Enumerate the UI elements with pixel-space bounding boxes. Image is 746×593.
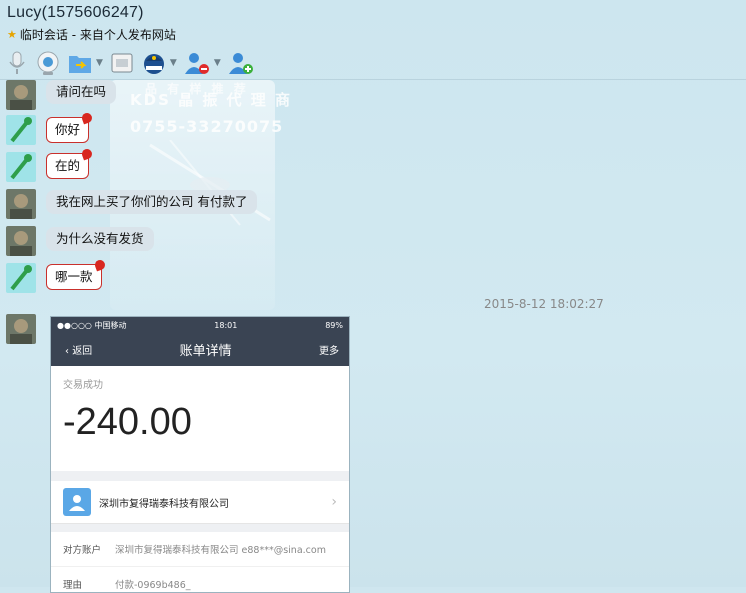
lucy-avatar-icon [6, 314, 36, 344]
receipt-body: 交易成功 -240.00 深圳市复得瑞泰科技有限公司 › 对方账户 深圳市复得瑞… [51, 366, 349, 592]
receipt-row-reason: 理由 付款-0969b486_ [51, 567, 349, 592]
add-contact-button[interactable] [227, 48, 255, 78]
row-key: 理由 [63, 580, 83, 591]
avatar-lucy[interactable] [6, 80, 36, 110]
merchant-row: 深圳市复得瑞泰科技有限公司 › [51, 481, 349, 524]
receipt-row-account: 对方账户 深圳市复得瑞泰科技有限公司 e88***@sina.com [51, 532, 349, 567]
screen-share-icon [111, 53, 133, 72]
subtitle-text: 临时会话 - 来自个人发布网站 [19, 28, 176, 42]
my-avatar-icon [6, 152, 36, 182]
message-bubble: 哪一款 [46, 264, 102, 290]
carrier-text: ●●○○○ 中国移动 [57, 320, 127, 330]
police-icon [143, 53, 164, 74]
more-link: 更多 [318, 346, 339, 357]
phone-time: 18:01 [214, 320, 238, 330]
my-avatar-icon [6, 263, 36, 293]
remote-assist-button[interactable]: ▼ [141, 48, 177, 78]
avatar-me[interactable] [6, 115, 36, 145]
watermark-crystal-graphic [149, 140, 271, 226]
remove-contact-button[interactable]: ▼ [183, 48, 221, 78]
toolbar: ▼ ▼ ▼ [0, 46, 746, 80]
message-bubble: 为什么没有发货 [46, 227, 154, 251]
transaction-amount: -240.00 [63, 401, 192, 443]
separator [51, 471, 349, 481]
row-value: 深圳市复得瑞泰科技有限公司 e88***@sina.com [115, 545, 326, 556]
message-bubble: 在的 [46, 153, 90, 179]
avatar-lucy[interactable] [6, 189, 36, 219]
window-title: Lucy(1575606247) [7, 4, 144, 21]
avatar-lucy[interactable] [6, 226, 36, 256]
avatar-lucy[interactable] [6, 314, 36, 344]
message-bubble: 请问在吗 [46, 80, 117, 104]
remove-user-icon [184, 52, 209, 74]
window-subtitle: ★ 临时会话 - 来自个人发布网站 [7, 26, 176, 43]
message-bubble: 你好 [46, 117, 90, 143]
voice-call-button[interactable] [5, 48, 29, 78]
merchant-name: 深圳市复得瑞泰科技有限公司 [99, 498, 229, 510]
my-avatar-icon [6, 115, 36, 145]
separator [51, 524, 349, 532]
image-message-receipt[interactable]: ●●○○○ 中国移动 18:01 89% ‹ 返回 账单详情 更多 交易成功 -… [50, 316, 350, 593]
message-bubble: 我在网上买了你们的公司 有付款了 [46, 190, 258, 214]
screen-share-button[interactable] [109, 48, 135, 78]
transaction-status: 交易成功 [63, 380, 103, 391]
file-transfer-button[interactable]: ▼ [67, 48, 103, 78]
avatar-me[interactable] [6, 263, 36, 293]
watermark-phone-text: 0755-33270075 [130, 117, 284, 136]
back-link: ‹ 返回 [65, 346, 93, 357]
chevron-right-icon: › [331, 494, 337, 510]
lucy-avatar-icon [6, 80, 36, 110]
add-user-icon [228, 52, 253, 74]
lucy-avatar-icon [6, 189, 36, 219]
lucy-avatar-icon [6, 226, 36, 256]
avatar-me[interactable] [6, 152, 36, 182]
video-call-button[interactable] [35, 48, 61, 78]
row-value: 付款-0969b486_ [115, 580, 191, 591]
receipt-title: 账单详情 [179, 344, 232, 359]
video-camera-icon [37, 51, 59, 75]
file-transfer-icon [69, 55, 91, 73]
phone-status-bar: ●●○○○ 中国移动 18:01 89% [51, 317, 349, 333]
chat-window: Lucy(1575606247) ★ 临时会话 - 来自个人发布网站 ▼ ▼ ▼… [0, 0, 746, 593]
star-icon: ★ [7, 28, 17, 41]
battery-text: 89% [325, 320, 343, 330]
row-key: 对方账户 [63, 545, 102, 556]
chevron-down-icon[interactable]: ▼ [170, 58, 177, 68]
phone-nav-bar: ‹ 返回 账单详情 更多 [51, 333, 349, 366]
chevron-down-icon[interactable]: ▼ [96, 58, 103, 68]
watermark-brand-text: KDS 晶 振 代 理 商 [130, 91, 292, 109]
chevron-down-icon[interactable]: ▼ [214, 58, 221, 68]
microphone-icon [9, 51, 25, 74]
message-timestamp: 2015-8-12 18:02:27 [484, 297, 604, 311]
merchant-avatar-icon [63, 488, 91, 516]
